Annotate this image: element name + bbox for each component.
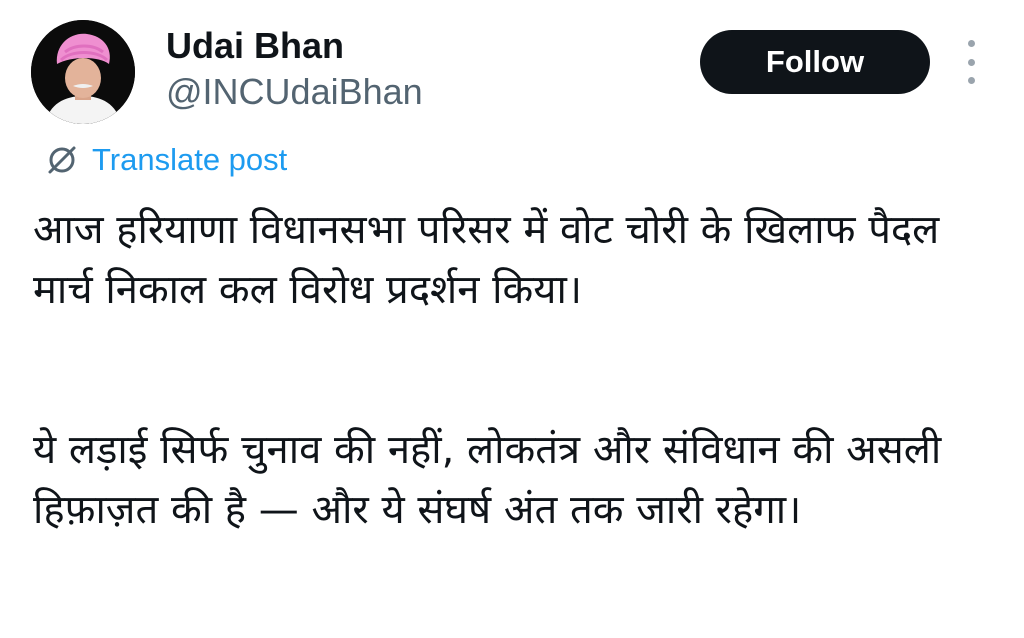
- avatar[interactable]: [31, 20, 135, 124]
- translate-globe-icon: [48, 146, 76, 174]
- translate-post-label: Translate post: [92, 142, 288, 177]
- more-dot: [967, 77, 975, 84]
- author-display-name[interactable]: Udai Bhan: [166, 24, 344, 68]
- author-handle[interactable]: @INCUdaiBhan: [166, 70, 423, 114]
- post-paragraph: आज हरियाणा विधानसभा परिसर में वोट चोरी क…: [33, 207, 940, 313]
- translate-post-link[interactable]: Translate post: [44, 140, 287, 180]
- more-dot: [967, 40, 975, 47]
- more-options-icon[interactable]: [958, 40, 984, 84]
- more-dot: [967, 58, 975, 66]
- post-body: आज हरियाणा विधानसभा परिसर में वोट चोरी क…: [33, 200, 993, 540]
- post-paragraph: ये लड़ाई सिर्फ चुनाव की नहीं, लोकतंत्र औ…: [33, 427, 942, 533]
- profile-photo: [31, 20, 135, 124]
- follow-button[interactable]: Follow: [700, 30, 930, 94]
